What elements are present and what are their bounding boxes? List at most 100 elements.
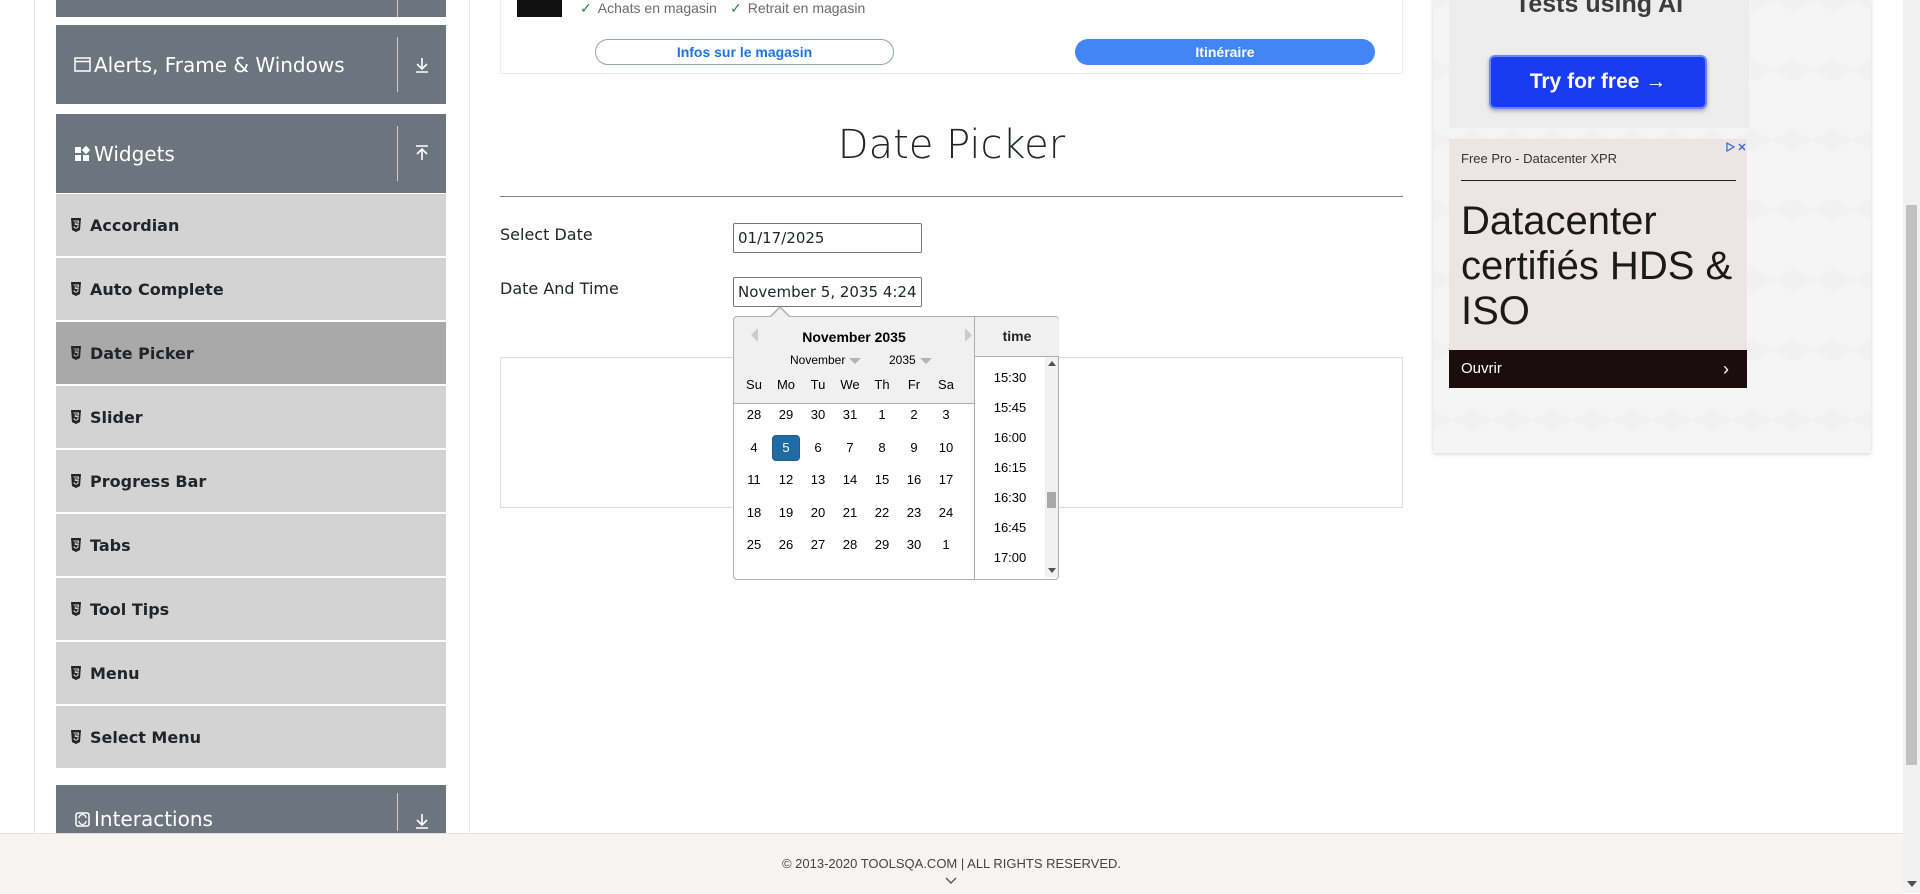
calendar-day[interactable]: 18 [740,500,768,526]
time-option[interactable]: 15:45 [975,400,1045,415]
window-icon [73,57,91,72]
menu-item-tool-tips[interactable]: Tool Tips [56,578,446,640]
calendar-day[interactable]: 30 [900,532,928,558]
scroll-thumb[interactable] [1047,492,1056,508]
scroll-up-icon[interactable] [1048,361,1056,366]
calendar-day[interactable]: 10 [932,435,960,461]
calendar-day[interactable]: 20 [804,500,832,526]
menu-item-slider[interactable]: Slider [56,386,446,448]
collapse-icon[interactable] [398,145,446,162]
ad-choices-icon[interactable] [1725,139,1747,155]
store-info-button[interactable]: Infos sur le magasin [595,39,894,65]
store-logo [517,0,562,17]
calendar-day[interactable]: 3 [932,402,960,428]
calendar-day[interactable]: 25 [740,532,768,558]
calendar-day[interactable]: 13 [804,467,832,493]
content-divider [469,0,470,833]
calendar-day[interactable]: 26 [772,532,800,558]
chevron-down-icon[interactable] [945,874,957,888]
scrollbar-thumb[interactable] [1906,205,1917,765]
time-header: time [975,317,1059,357]
date-and-time-input[interactable]: November 5, 2035 4:24 PM [733,277,922,307]
calendar-day[interactable]: 24 [932,500,960,526]
calendar-day[interactable]: 4 [740,435,768,461]
menu-item-label: Slider [90,407,143,427]
calendar-day[interactable]: 9 [900,435,928,461]
calendar-day[interactable]: 19 [772,500,800,526]
time-option[interactable]: 16:00 [975,430,1045,445]
calendar-day[interactable]: 28 [740,402,768,428]
menu-item-label: Accordian [90,215,180,235]
menu-item-auto-complete[interactable]: Auto Complete [56,258,446,320]
group-header-elements[interactable] [56,0,446,17]
menu-item-label: Auto Complete [90,279,224,299]
group-header-interactions[interactable]: Interactions [56,785,446,833]
calendar-day[interactable]: 12 [772,467,800,493]
time-option[interactable]: 16:30 [975,490,1045,505]
calendar-day[interactable]: 11 [740,467,768,493]
chevron-down-icon [919,358,932,364]
calendar-day[interactable]: 22 [868,500,896,526]
menu-item-accordian[interactable]: Accordian [56,194,446,256]
html5-icon [70,218,82,232]
weekday-header: We [840,377,860,392]
expand-icon[interactable] [398,812,446,831]
calendar-day[interactable]: 15 [868,467,896,493]
time-option[interactable]: 16:15 [975,460,1045,475]
menu-item-menu[interactable]: Menu [56,642,446,704]
group-label: Widgets [94,141,175,166]
html5-icon [70,538,82,552]
menu-item-progress-bar[interactable]: Progress Bar [56,450,446,512]
ad-open-button[interactable]: Ouvrir › [1449,350,1747,388]
scroll-down-icon[interactable] [1048,568,1056,573]
calendar-day[interactable]: 1 [868,402,896,428]
try-for-free-button[interactable]: Try for free → [1489,55,1707,109]
calendar-day[interactable]: 7 [836,435,864,461]
calendar-day[interactable]: 1 [932,532,960,558]
calendar-day[interactable]: 17 [932,467,960,493]
store-feature-label: Achats en magasin [597,0,717,16]
time-option[interactable]: 16:45 [975,520,1045,535]
select-date-label: Select Date [500,225,593,244]
itinerary-button[interactable]: Itinéraire [1075,39,1375,65]
calendar-day[interactable]: 23 [900,500,928,526]
group-header-widgets[interactable]: Widgets [56,114,446,193]
ad-divider [1461,180,1736,181]
menu-item-date-picker[interactable]: Date Picker [56,322,446,384]
calendar-day[interactable]: 29 [772,402,800,428]
calendar-day[interactable]: 31 [836,402,864,428]
calendar-day[interactable]: 27 [804,532,832,558]
calendar-day[interactable]: 29 [868,532,896,558]
expand-icon[interactable] [398,56,446,73]
menu-item-label: Menu [90,663,140,683]
time-option[interactable]: 17:00 [975,550,1045,565]
weekday-header: Su [746,377,762,392]
ad-brand: Free Pro - Datacenter XPR [1461,151,1618,166]
time-scrollbar[interactable] [1045,357,1058,577]
menu-item-select-menu[interactable]: Select Menu [56,706,446,768]
calendar-day[interactable]: 16 [900,467,928,493]
html5-icon [70,474,82,488]
menu-item-tabs[interactable]: Tabs [56,514,446,576]
page-scrollbar[interactable] [1903,0,1920,893]
calendar-day-selected[interactable]: 5 [772,435,800,461]
year-select[interactable]: 2035 [889,353,932,367]
copyright-text: © 2013-2020 TOOLSQA.COM | ALL RIGHTS RES… [781,856,1122,871]
group-header-alerts[interactable]: Alerts, Frame & Windows [56,25,446,104]
select-date-input[interactable]: 01/17/2025 [733,223,922,253]
calendar-day[interactable]: 2 [900,402,928,428]
calendar-day[interactable]: 6 [804,435,832,461]
calendar-day[interactable]: 14 [836,467,864,493]
calendar-day[interactable]: 28 [836,532,864,558]
scroll-down-icon[interactable] [1907,881,1917,887]
group-label: Interactions [94,807,213,831]
calendar-day[interactable]: 30 [804,402,832,428]
calendar-day[interactable]: 8 [868,435,896,461]
time-option[interactable]: 15:30 [975,370,1045,385]
menu-item-label: Date Picker [90,343,194,363]
ad-datacenter[interactable]: Free Pro - Datacenter XPR Datacenter cer… [1449,139,1747,388]
month-select[interactable]: November [790,353,862,367]
next-month-icon[interactable] [965,328,972,342]
group-label: Alerts, Frame & Windows [94,52,345,77]
calendar-day[interactable]: 21 [836,500,864,526]
